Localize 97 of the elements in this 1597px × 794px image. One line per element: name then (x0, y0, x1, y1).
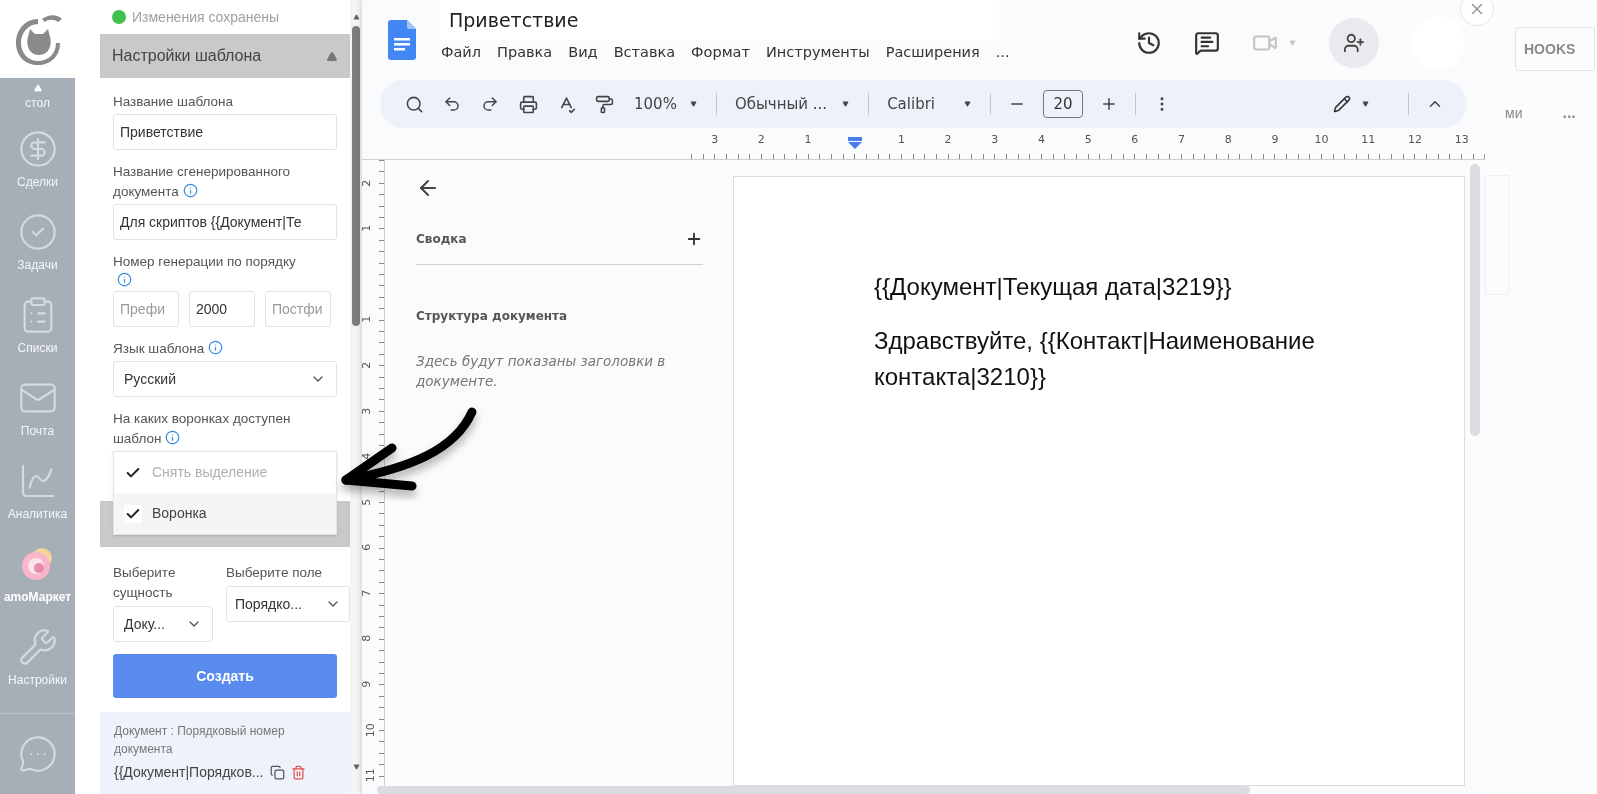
ruler-number: 10 (362, 722, 378, 737)
menu-item[interactable]: Инструменты (765, 42, 870, 64)
number-field[interactable]: 2000 (189, 291, 255, 328)
add-person-icon (1343, 32, 1365, 54)
summary-heading: Сводка (416, 231, 467, 248)
editing-mode-button[interactable] (1333, 95, 1370, 113)
field-label: Номер генерации по порядку (113, 253, 297, 272)
menu-item[interactable]: Расширения (885, 42, 980, 64)
checkbox[interactable] (124, 504, 142, 523)
ruler-number: 5 (1084, 133, 1092, 147)
suffix-field[interactable]: Постфи (265, 291, 331, 328)
comment-icon[interactable] (1194, 30, 1220, 56)
caret-down-icon (1361, 101, 1370, 107)
info-icon[interactable] (208, 340, 224, 356)
field-label: Язык шаблона (113, 339, 337, 360)
language-select[interactable]: Русский (113, 361, 337, 398)
ruler-number: 10 (1314, 133, 1329, 147)
tab-fragment[interactable]: ми (1505, 102, 1523, 124)
ruler-number: 13 (1454, 133, 1469, 147)
style-select[interactable]: Обычный ... (730, 92, 855, 116)
ruler-number: 3 (711, 133, 719, 147)
variable-title: Документ : Порядковый номер документа (114, 723, 286, 759)
field-label: На каких воронках доступен шаблон (113, 410, 292, 449)
scrollbar[interactable] (350, 0, 362, 794)
menu-item[interactable]: ... (995, 42, 1010, 64)
ruler-number: 1 (362, 224, 375, 232)
info-icon[interactable] (117, 272, 132, 288)
docs-logo[interactable] (388, 20, 416, 60)
ruler-number: 11 (362, 768, 378, 783)
ruler-number: 3 (991, 133, 999, 147)
section-header[interactable]: Настройки шаблона (100, 34, 350, 78)
field-label: Выберите сущность (113, 564, 177, 603)
history-icon[interactable] (1136, 30, 1162, 56)
input-field[interactable]: Приветствие (113, 114, 337, 151)
scroll-down-icon[interactable] (352, 764, 360, 770)
ruler-number: 2 (944, 133, 952, 147)
caret-down-icon (841, 101, 851, 107)
ruler-number: 11 (1361, 133, 1376, 147)
ruler-number: 3 (362, 407, 375, 415)
ruler-number: 7 (362, 589, 375, 597)
scrollbar[interactable] (1470, 164, 1480, 436)
info-icon[interactable] (165, 430, 181, 446)
ruler-number: 6 (1131, 133, 1139, 147)
font-select[interactable]: Calibri (883, 92, 976, 116)
input-field[interactable]: Для скриптов {{Документ|Те (113, 204, 337, 241)
menu-item[interactable]: Формат (691, 42, 750, 64)
ruler-number: 2 (757, 133, 765, 147)
caret-down-icon (963, 101, 972, 107)
ruler-number: 1 (804, 133, 812, 147)
ruler-number: 12 (1407, 133, 1422, 147)
trash-icon[interactable] (290, 765, 306, 781)
outline-hint: Здесь будут показаны заголовки в документе. (416, 352, 667, 391)
check-circle-icon (17, 211, 58, 252)
document-paragraph: {{Документ|Текущая дата|3219}} (874, 272, 1233, 302)
field-label: Выберите поле (226, 564, 324, 583)
font-size-field[interactable]: 20 (1043, 90, 1083, 118)
menu-item[interactable]: Правка (497, 42, 553, 64)
indent-marker[interactable] (847, 137, 862, 149)
money-bag-icon (17, 128, 58, 169)
info-icon[interactable] (182, 183, 198, 199)
variable-code: {{Документ|Порядков... (114, 763, 264, 783)
ruler-number: 5 (362, 498, 375, 506)
field-select[interactable]: Порядко... (226, 586, 350, 623)
menu-item[interactable]: Вставка (613, 42, 676, 64)
wrench-icon (17, 626, 58, 667)
ruler-number: 9 (1271, 133, 1279, 147)
document-paragraph: Здравствуйте, {{Контакт|Наименование контакта|3210}} (874, 326, 1316, 392)
caret-down-icon (688, 101, 698, 107)
caret-up-icon (32, 84, 43, 92)
ruler-number: 8 (1224, 133, 1232, 147)
entity-select[interactable]: Доку... (113, 606, 213, 643)
ruler-number: 2 (362, 361, 375, 369)
ruler-number: 7 (1178, 133, 1186, 147)
pencil-icon (1333, 95, 1351, 113)
copy-icon[interactable] (269, 765, 285, 781)
ruler-number: 6 (362, 544, 375, 552)
menu-item[interactable]: Вид (568, 42, 598, 64)
ruler-number: 1 (897, 133, 905, 147)
scrollbar[interactable] (377, 786, 1250, 794)
ruler-number: 2 (362, 179, 375, 187)
ruler-number: 8 (362, 635, 375, 643)
field-label: Название шаблона (113, 93, 235, 111)
outline-heading: Структура документа (416, 308, 569, 325)
field-label: Название сгенерированного документа (113, 163, 292, 202)
save-status: Изменения сохранены (132, 7, 280, 27)
dropdown-option[interactable]: Воронка (114, 493, 336, 535)
document-title[interactable]: Приветствие (449, 5, 579, 35)
add-icon[interactable] (685, 230, 703, 248)
share-button[interactable] (1329, 18, 1379, 68)
ruler-number: 4 (1037, 133, 1045, 147)
ruler-number: 9 (362, 680, 375, 688)
ruler-number: 4 (362, 452, 375, 460)
zoom-select[interactable]: 100% (630, 92, 702, 116)
menu-item[interactable]: Файл (441, 42, 482, 64)
prefix-field[interactable]: Префи (113, 291, 179, 328)
ruler-number: 1 (362, 316, 375, 324)
scroll-up-icon[interactable] (352, 14, 360, 20)
